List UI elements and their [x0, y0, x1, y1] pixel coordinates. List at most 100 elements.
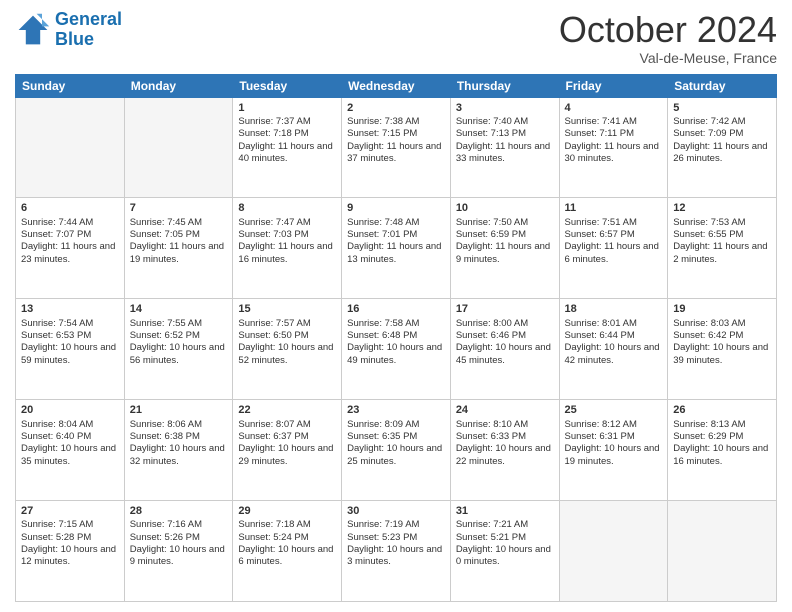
table-row: 3Sunrise: 7:40 AMSunset: 7:13 PMDaylight…	[450, 97, 559, 198]
sunset-text: Sunset: 7:18 PM	[238, 128, 308, 139]
table-row: 23Sunrise: 8:09 AMSunset: 6:35 PMDayligh…	[342, 400, 451, 501]
sunrise-text: Sunrise: 7:40 AM	[456, 116, 528, 127]
day-number: 29	[238, 504, 336, 518]
day-number: 14	[130, 302, 228, 316]
day-number: 7	[130, 201, 228, 215]
day-number: 22	[238, 403, 336, 417]
day-number: 17	[456, 302, 554, 316]
daylight-text: Daylight: 10 hours and 59 minutes.	[21, 342, 116, 365]
col-monday: Monday	[124, 74, 233, 97]
table-row: 2Sunrise: 7:38 AMSunset: 7:15 PMDaylight…	[342, 97, 451, 198]
sunrise-text: Sunrise: 7:50 AM	[456, 217, 528, 228]
table-row: 26Sunrise: 8:13 AMSunset: 6:29 PMDayligh…	[668, 400, 777, 501]
col-tuesday: Tuesday	[233, 74, 342, 97]
day-number: 2	[347, 101, 445, 115]
sunset-text: Sunset: 6:44 PM	[565, 330, 635, 341]
col-friday: Friday	[559, 74, 668, 97]
table-row: 4Sunrise: 7:41 AMSunset: 7:11 PMDaylight…	[559, 97, 668, 198]
page: General Blue October 2024 Val-de-Meuse, …	[0, 0, 792, 612]
sunset-text: Sunset: 7:01 PM	[347, 229, 417, 240]
daylight-text: Daylight: 11 hours and 33 minutes.	[456, 141, 550, 164]
sunrise-text: Sunrise: 8:01 AM	[565, 318, 637, 329]
day-number: 3	[456, 101, 554, 115]
table-row: 1Sunrise: 7:37 AMSunset: 7:18 PMDaylight…	[233, 97, 342, 198]
calendar-week-row: 27Sunrise: 7:15 AMSunset: 5:28 PMDayligh…	[16, 501, 777, 602]
day-number: 5	[673, 101, 771, 115]
sunrise-text: Sunrise: 7:53 AM	[673, 217, 745, 228]
daylight-text: Daylight: 11 hours and 6 minutes.	[565, 241, 659, 264]
sunrise-text: Sunrise: 7:51 AM	[565, 217, 637, 228]
sunset-text: Sunset: 6:35 PM	[347, 431, 417, 442]
location-subtitle: Val-de-Meuse, France	[559, 50, 777, 66]
day-number: 10	[456, 201, 554, 215]
daylight-text: Daylight: 10 hours and 32 minutes.	[130, 443, 225, 466]
table-row: 12Sunrise: 7:53 AMSunset: 6:55 PMDayligh…	[668, 198, 777, 299]
day-number: 16	[347, 302, 445, 316]
table-row: 17Sunrise: 8:00 AMSunset: 6:46 PMDayligh…	[450, 299, 559, 400]
table-row: 20Sunrise: 8:04 AMSunset: 6:40 PMDayligh…	[16, 400, 125, 501]
calendar-week-row: 20Sunrise: 8:04 AMSunset: 6:40 PMDayligh…	[16, 400, 777, 501]
logo: General Blue	[15, 10, 122, 50]
daylight-text: Daylight: 10 hours and 25 minutes.	[347, 443, 442, 466]
table-row: 5Sunrise: 7:42 AMSunset: 7:09 PMDaylight…	[668, 97, 777, 198]
sunset-text: Sunset: 6:52 PM	[130, 330, 200, 341]
table-row: 25Sunrise: 8:12 AMSunset: 6:31 PMDayligh…	[559, 400, 668, 501]
sunrise-text: Sunrise: 8:03 AM	[673, 318, 745, 329]
day-number: 27	[21, 504, 119, 518]
daylight-text: Daylight: 10 hours and 39 minutes.	[673, 342, 768, 365]
daylight-text: Daylight: 11 hours and 26 minutes.	[673, 141, 767, 164]
sunrise-text: Sunrise: 7:58 AM	[347, 318, 419, 329]
sunrise-text: Sunrise: 7:38 AM	[347, 116, 419, 127]
sunset-text: Sunset: 6:46 PM	[456, 330, 526, 341]
daylight-text: Daylight: 10 hours and 16 minutes.	[673, 443, 768, 466]
day-number: 9	[347, 201, 445, 215]
sunrise-text: Sunrise: 7:47 AM	[238, 217, 310, 228]
table-row: 22Sunrise: 8:07 AMSunset: 6:37 PMDayligh…	[233, 400, 342, 501]
sunrise-text: Sunrise: 8:09 AM	[347, 419, 419, 430]
daylight-text: Daylight: 10 hours and 0 minutes.	[456, 544, 551, 567]
sunrise-text: Sunrise: 8:12 AM	[565, 419, 637, 430]
logo-icon	[15, 12, 51, 48]
daylight-text: Daylight: 11 hours and 19 minutes.	[130, 241, 224, 264]
table-row: 28Sunrise: 7:16 AMSunset: 5:26 PMDayligh…	[124, 501, 233, 602]
sunrise-text: Sunrise: 8:10 AM	[456, 419, 528, 430]
day-number: 24	[456, 403, 554, 417]
table-row: 27Sunrise: 7:15 AMSunset: 5:28 PMDayligh…	[16, 501, 125, 602]
daylight-text: Daylight: 11 hours and 13 minutes.	[347, 241, 441, 264]
sunset-text: Sunset: 6:33 PM	[456, 431, 526, 442]
sunrise-text: Sunrise: 7:19 AM	[347, 519, 419, 530]
table-row: 16Sunrise: 7:58 AMSunset: 6:48 PMDayligh…	[342, 299, 451, 400]
sunrise-text: Sunrise: 7:57 AM	[238, 318, 310, 329]
sunrise-text: Sunrise: 7:37 AM	[238, 116, 310, 127]
table-row	[559, 501, 668, 602]
day-number: 6	[21, 201, 119, 215]
sunset-text: Sunset: 7:11 PM	[565, 128, 635, 139]
sunset-text: Sunset: 6:37 PM	[238, 431, 308, 442]
daylight-text: Daylight: 11 hours and 9 minutes.	[456, 241, 550, 264]
sunset-text: Sunset: 7:15 PM	[347, 128, 417, 139]
sunrise-text: Sunrise: 7:48 AM	[347, 217, 419, 228]
calendar-week-row: 6Sunrise: 7:44 AMSunset: 7:07 PMDaylight…	[16, 198, 777, 299]
table-row: 14Sunrise: 7:55 AMSunset: 6:52 PMDayligh…	[124, 299, 233, 400]
day-number: 15	[238, 302, 336, 316]
sunset-text: Sunset: 6:38 PM	[130, 431, 200, 442]
table-row: 9 Sunrise: 7:48 AMSunset: 7:01 PMDaylight…	[342, 198, 451, 299]
daylight-text: Daylight: 10 hours and 52 minutes.	[238, 342, 333, 365]
table-row: 7Sunrise: 7:45 AMSunset: 7:05 PMDaylight…	[124, 198, 233, 299]
daylight-text: Daylight: 11 hours and 16 minutes.	[238, 241, 332, 264]
sunset-text: Sunset: 6:53 PM	[21, 330, 91, 341]
sunrise-text: Sunrise: 8:13 AM	[673, 419, 745, 430]
daylight-text: Daylight: 10 hours and 35 minutes.	[21, 443, 116, 466]
sunset-text: Sunset: 6:40 PM	[21, 431, 91, 442]
table-row: 21Sunrise: 8:06 AMSunset: 6:38 PMDayligh…	[124, 400, 233, 501]
sunrise-text: Sunrise: 7:45 AM	[130, 217, 202, 228]
logo-text: General Blue	[55, 10, 122, 50]
table-row: 15 Sunrise: 7:57 AMSunset: 6:50 PMDayligh…	[233, 299, 342, 400]
sunset-text: Sunset: 6:59 PM	[456, 229, 526, 240]
day-number: 11	[565, 201, 663, 215]
sunset-text: Sunset: 6:50 PM	[238, 330, 308, 341]
sunset-text: Sunset: 5:28 PM	[21, 532, 91, 543]
daylight-text: Daylight: 10 hours and 49 minutes.	[347, 342, 442, 365]
sunrise-text: Sunrise: 7:54 AM	[21, 318, 93, 329]
sunset-text: Sunset: 6:57 PM	[565, 229, 635, 240]
